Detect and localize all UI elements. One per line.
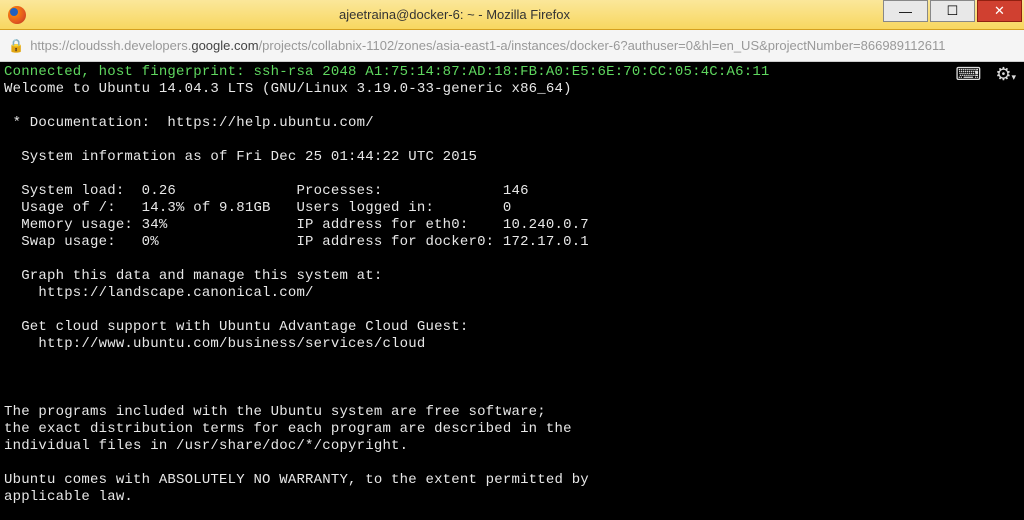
- programs-line: individual files in /usr/share/doc/*/cop…: [4, 438, 408, 454]
- window-controls: — ☐ ✕: [883, 0, 1024, 29]
- close-button[interactable]: ✕: [977, 0, 1022, 22]
- sysinfo-header: System information as of Fri Dec 25 01:4…: [4, 149, 477, 165]
- sysinfo-row: Memory usage: 34% IP address for eth0: 1…: [4, 217, 589, 233]
- cloud-line: Get cloud support with Ubuntu Advantage …: [4, 319, 468, 335]
- landscape-line: Graph this data and manage this system a…: [4, 268, 382, 284]
- sysinfo-row: System load: 0.26 Processes: 146: [4, 183, 529, 199]
- sysinfo-row: Usage of /: 14.3% of 9.81GB Users logged…: [4, 200, 511, 216]
- ssh-fingerprint-line: Connected, host fingerprint: ssh-rsa 204…: [4, 64, 770, 80]
- keyboard-icon[interactable]: ⌨: [955, 64, 981, 85]
- programs-line: The programs included with the Ubuntu sy…: [4, 404, 546, 420]
- terminal-toolbar: ⌨ ⚙▾: [955, 64, 1016, 85]
- title-bar: ajeetraina@docker-6: ~ - Mozilla Firefox…: [0, 0, 1024, 30]
- gear-icon[interactable]: ⚙▾: [995, 64, 1016, 85]
- welcome-line: Welcome to Ubuntu 14.04.3 LTS (GNU/Linux…: [4, 81, 572, 97]
- url-path: /projects/collabnix-1102/zones/asia-east…: [259, 38, 946, 53]
- landscape-url: https://landscape.canonical.com/: [4, 285, 314, 301]
- url-scheme: https://cloudssh.developers.: [30, 38, 191, 53]
- minimize-button[interactable]: —: [883, 0, 928, 22]
- url-bar[interactable]: 🔒 https://cloudssh.developers.google.com…: [0, 30, 1024, 62]
- url-host: google.com: [191, 38, 258, 53]
- cloud-url: http://www.ubuntu.com/business/services/…: [4, 336, 425, 352]
- warranty-line: Ubuntu comes with ABSOLUTELY NO WARRANTY…: [4, 472, 589, 488]
- warranty-line: applicable law.: [4, 489, 133, 505]
- window-title: ajeetraina@docker-6: ~ - Mozilla Firefox: [26, 7, 883, 22]
- url-text: https://cloudssh.developers.google.com/p…: [30, 38, 945, 53]
- terminal[interactable]: Connected, host fingerprint: ssh-rsa 204…: [0, 62, 1024, 520]
- lock-icon: 🔒: [8, 38, 24, 54]
- maximize-button[interactable]: ☐: [930, 0, 975, 22]
- programs-line: the exact distribution terms for each pr…: [4, 421, 572, 437]
- firefox-icon: [8, 6, 26, 24]
- documentation-line: * Documentation: https://help.ubuntu.com…: [4, 115, 374, 131]
- sysinfo-row: Swap usage: 0% IP address for docker0: 1…: [4, 234, 589, 250]
